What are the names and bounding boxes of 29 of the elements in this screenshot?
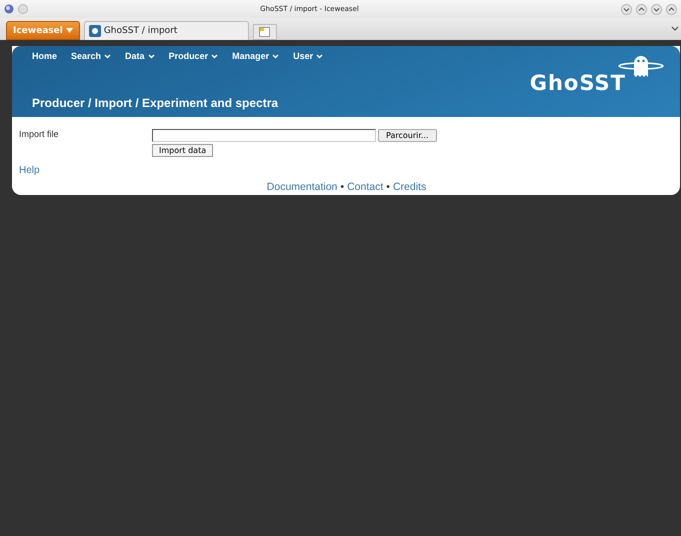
page-title: Producer / Import / Experiment and spectra xyxy=(32,96,278,110)
file-path-field[interactable] xyxy=(152,129,376,142)
caret-icon xyxy=(66,28,73,33)
browser-tab[interactable]: GhoSST / import xyxy=(84,21,249,40)
nav-item[interactable]: User xyxy=(293,51,324,61)
chevron-down-icon[interactable] xyxy=(671,26,679,32)
separator: • xyxy=(386,181,390,193)
nav-item[interactable]: Producer xyxy=(168,51,218,61)
site-icon xyxy=(88,25,101,37)
new-tab-button[interactable] xyxy=(252,24,277,40)
logo-text: GhoSST xyxy=(530,71,626,95)
window-control-icon[interactable] xyxy=(651,4,662,14)
footer-link[interactable]: Credits xyxy=(392,181,426,193)
footer-link[interactable]: Documentation xyxy=(266,181,338,193)
field-label: Import file xyxy=(19,129,60,141)
nav-item[interactable]: Home xyxy=(32,51,58,61)
browse-button[interactable]: Parcourir... xyxy=(378,129,437,142)
help-link[interactable]: Help xyxy=(19,165,40,176)
import-data-button[interactable]: Import data xyxy=(152,144,214,157)
separator: • xyxy=(340,181,344,193)
new-tab-icon xyxy=(259,27,270,37)
nav-item[interactable]: Manager xyxy=(232,51,280,61)
window-control-icon[interactable] xyxy=(636,4,647,14)
window-control-icon[interactable] xyxy=(621,4,632,14)
nav-item[interactable]: Search xyxy=(71,51,112,61)
footer-link[interactable]: Contact xyxy=(347,181,384,193)
nav-item[interactable]: Data xyxy=(125,51,155,61)
window-control-icon[interactable] xyxy=(666,4,677,14)
globe-icon xyxy=(4,4,14,14)
